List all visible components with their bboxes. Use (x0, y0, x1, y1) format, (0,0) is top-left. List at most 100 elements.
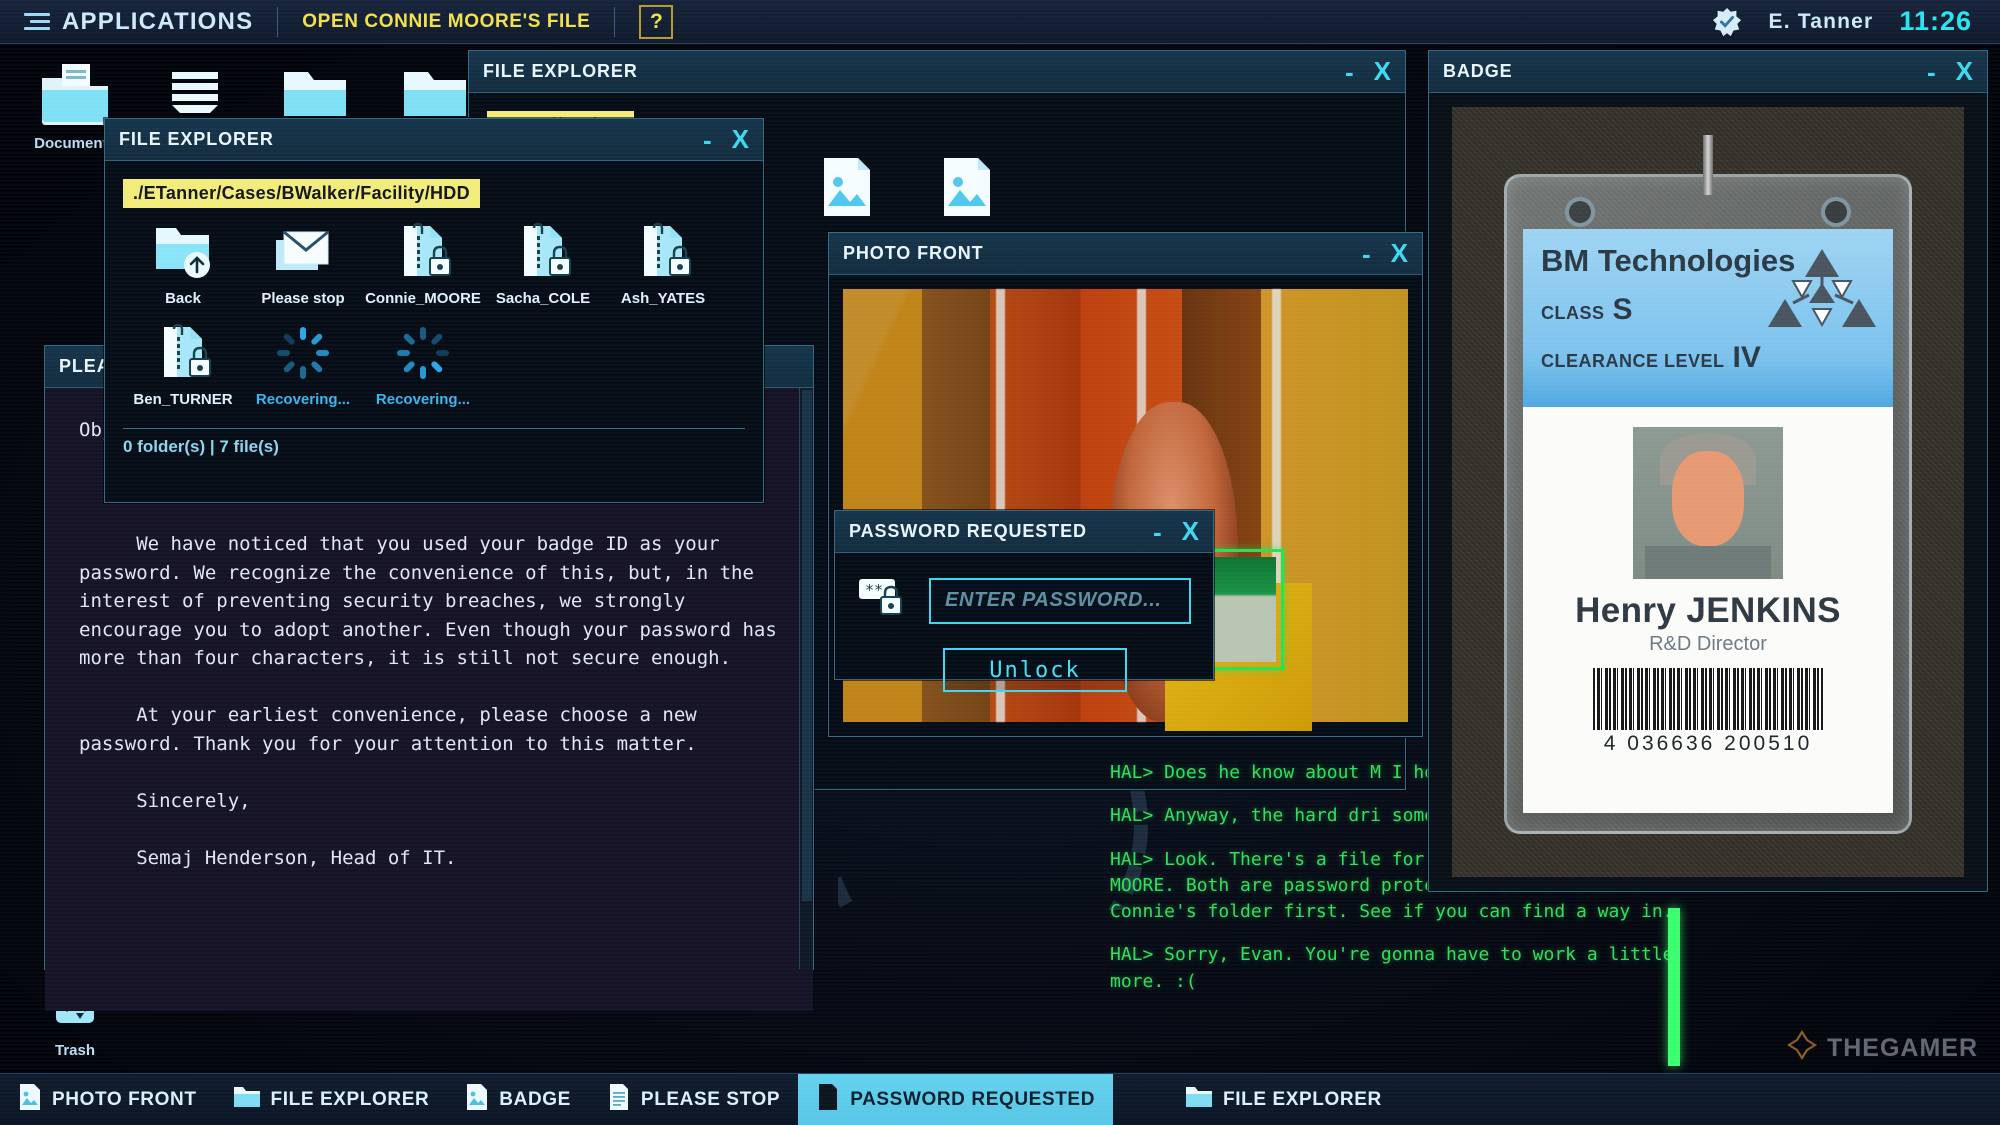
hal-scrollbar[interactable] (1668, 908, 1680, 1066)
badge-clearance-value: IV (1733, 341, 1761, 375)
window-titlebar[interactable]: Badge - X (1429, 51, 1987, 93)
badge-class-value: S (1613, 293, 1633, 327)
clock-label: 11:26 (1899, 6, 1972, 37)
file-item-recovering-1[interactable]: Recovering... (243, 323, 363, 408)
folder-icon (233, 1084, 261, 1116)
desktop-screen: Applications Open Connie MOORE's file ? … (0, 0, 2000, 1125)
badge-body: BM Technologies CLASS S CLEARANCE LEVEL … (1429, 93, 1987, 891)
badge-barcode-number: 4 036636 200510 (1533, 732, 1883, 756)
taskbar-item-label: Photo Front (52, 1089, 197, 1111)
file-item-label: Ben_TURNER (123, 391, 243, 408)
trash-recycle-icon (44, 1020, 106, 1037)
image-file-icon (465, 1083, 489, 1117)
badge-header: BM Technologies CLASS S CLEARANCE LEVEL … (1523, 229, 1893, 407)
file-item-sacha-cole[interactable]: Sacha_COLE (483, 222, 603, 307)
unlock-button[interactable]: Unlock (943, 648, 1127, 692)
objective-text: Open Connie MOORE's file (302, 11, 590, 33)
taskbar-item-file-explorer-1[interactable]: File Explorer (215, 1074, 448, 1125)
image-file-icon (938, 207, 996, 224)
window-titlebar[interactable]: Photo Front - X (829, 233, 1422, 275)
desktop-icon-label: Trash (20, 1042, 130, 1059)
taskbar: Photo Front File Explorer Badge (0, 1073, 2000, 1125)
locked-zip-icon (152, 370, 214, 387)
window-badge[interactable]: Badge - X BM Technologies CLASS (1428, 50, 1988, 892)
password-input[interactable]: ENTER PASSWORD... (929, 578, 1191, 624)
password-lock-icon: ** (857, 573, 913, 628)
taskbar-item-label: File Explorer (1223, 1089, 1382, 1111)
file-item-ben-turner[interactable]: Ben_TURNER (123, 323, 243, 408)
folder-documents-icon (38, 113, 112, 130)
file-item-please-stop[interactable]: Please stop (243, 222, 363, 307)
portrait-face (1672, 451, 1744, 545)
locked-zip-icon (392, 269, 454, 286)
taskbar-item-label: Password Requested (850, 1089, 1095, 1111)
window-titlebar[interactable]: Password Requested - X (835, 511, 1213, 553)
loading-spinner-icon (272, 370, 334, 387)
badge-barcode (1593, 668, 1823, 730)
mail-icon (272, 269, 334, 286)
folder-up-icon (152, 269, 214, 286)
window-titlebar[interactable]: File Explorer - X (469, 51, 1405, 93)
applications-menu[interactable]: Applications (0, 0, 277, 44)
window-title: PLEA (59, 356, 111, 377)
badge-main: Henry JENKINS R&D Director 4 036636 2005… (1523, 407, 1893, 772)
minimize-button[interactable]: - (1927, 67, 1936, 77)
file-item-recovering-2[interactable]: Recovering... (363, 323, 483, 408)
file-item-ash-yates[interactable]: Ash_YATES (603, 222, 723, 307)
thegamer-logo-icon (1787, 1030, 1817, 1067)
bm-technologies-logo-icon (1767, 243, 1877, 347)
close-button[interactable]: X (732, 124, 749, 155)
scrollbar-thumb[interactable] (802, 390, 812, 901)
file-item-back[interactable]: Back (123, 222, 243, 307)
portrait-shoulders (1645, 546, 1771, 579)
file-item-label: Back (123, 290, 243, 307)
close-button[interactable]: X (1956, 56, 1973, 87)
window-file-explorer-front[interactable]: File Explorer - X ./ETanner/Cases/BWalke… (104, 118, 764, 503)
help-button[interactable]: ? (639, 5, 673, 39)
document-signature: Semaj Henderson, Head of IT. (136, 847, 456, 869)
badge-portrait-photo (1633, 427, 1783, 579)
close-button[interactable]: X (1374, 56, 1391, 87)
badge-plastic-holder: BM Technologies CLASS S CLEARANCE LEVEL … (1504, 174, 1912, 834)
hamburger-icon[interactable] (24, 9, 50, 34)
taskbar-item-file-explorer-2[interactable]: File Explorer (1167, 1074, 1400, 1125)
password-dialog-body: ** ENTER PASSWORD... Unlock (835, 553, 1213, 718)
document-icon (607, 1083, 631, 1117)
badge-holder-name: Henry JENKINS (1533, 591, 1883, 631)
window-title: Photo Front (843, 243, 984, 264)
minimize-button[interactable]: - (1362, 249, 1371, 259)
window-title: Badge (1443, 61, 1513, 82)
help-section[interactable]: ? (615, 0, 697, 44)
locked-zip-icon (632, 269, 694, 286)
taskbar-item-photo-front[interactable]: Photo Front (0, 1074, 215, 1125)
locked-zip-icon (512, 269, 574, 286)
applications-label: Applications (62, 8, 253, 36)
badge-clip-icon (1703, 135, 1713, 195)
document-scrollbar[interactable] (799, 388, 813, 969)
badge-photo-background: BM Technologies CLASS S CLEARANCE LEVEL … (1452, 107, 1964, 877)
window-password-requested[interactable]: Password Requested - X ** ENTE (834, 510, 1214, 680)
minimize-button[interactable]: - (703, 135, 712, 145)
taskbar-item-password-requested[interactable]: Password Requested (798, 1074, 1113, 1125)
badge-class-key: CLASS (1541, 303, 1605, 324)
taskbar-item-please-stop[interactable]: Please Stop (589, 1074, 798, 1125)
badge-clearance-key: CLEARANCE LEVEL (1541, 351, 1725, 372)
path-breadcrumb[interactable]: ./ETanner/Cases/BWalker/Facility/HDD (123, 179, 480, 208)
window-title: Password Requested (849, 521, 1087, 542)
top-menu-bar: Applications Open Connie MOORE's file ? … (0, 0, 2000, 44)
image-file-icon (818, 207, 876, 224)
minimize-button[interactable]: - (1153, 527, 1162, 537)
file-item-connie-moore[interactable]: Connie_MOORE (363, 222, 483, 307)
minimize-button[interactable]: - (1345, 67, 1354, 77)
taskbar-item-label: Please Stop (641, 1089, 780, 1111)
file-item-label: Ash_YATES (603, 290, 723, 307)
window-titlebar[interactable]: File Explorer - X (105, 119, 763, 161)
close-button[interactable]: X (1391, 238, 1408, 269)
file-grid: Back Please stop (123, 222, 745, 424)
taskbar-item-label: File Explorer (271, 1089, 430, 1111)
close-button[interactable]: X (1182, 516, 1199, 547)
document-paragraph-1: We have noticed that you used your badge… (79, 533, 788, 669)
taskbar-item-badge[interactable]: Badge (447, 1074, 589, 1125)
file-item-label: Please stop (243, 290, 363, 307)
topbar-right-cluster: E. Tanner 11:26 (1712, 6, 2000, 37)
